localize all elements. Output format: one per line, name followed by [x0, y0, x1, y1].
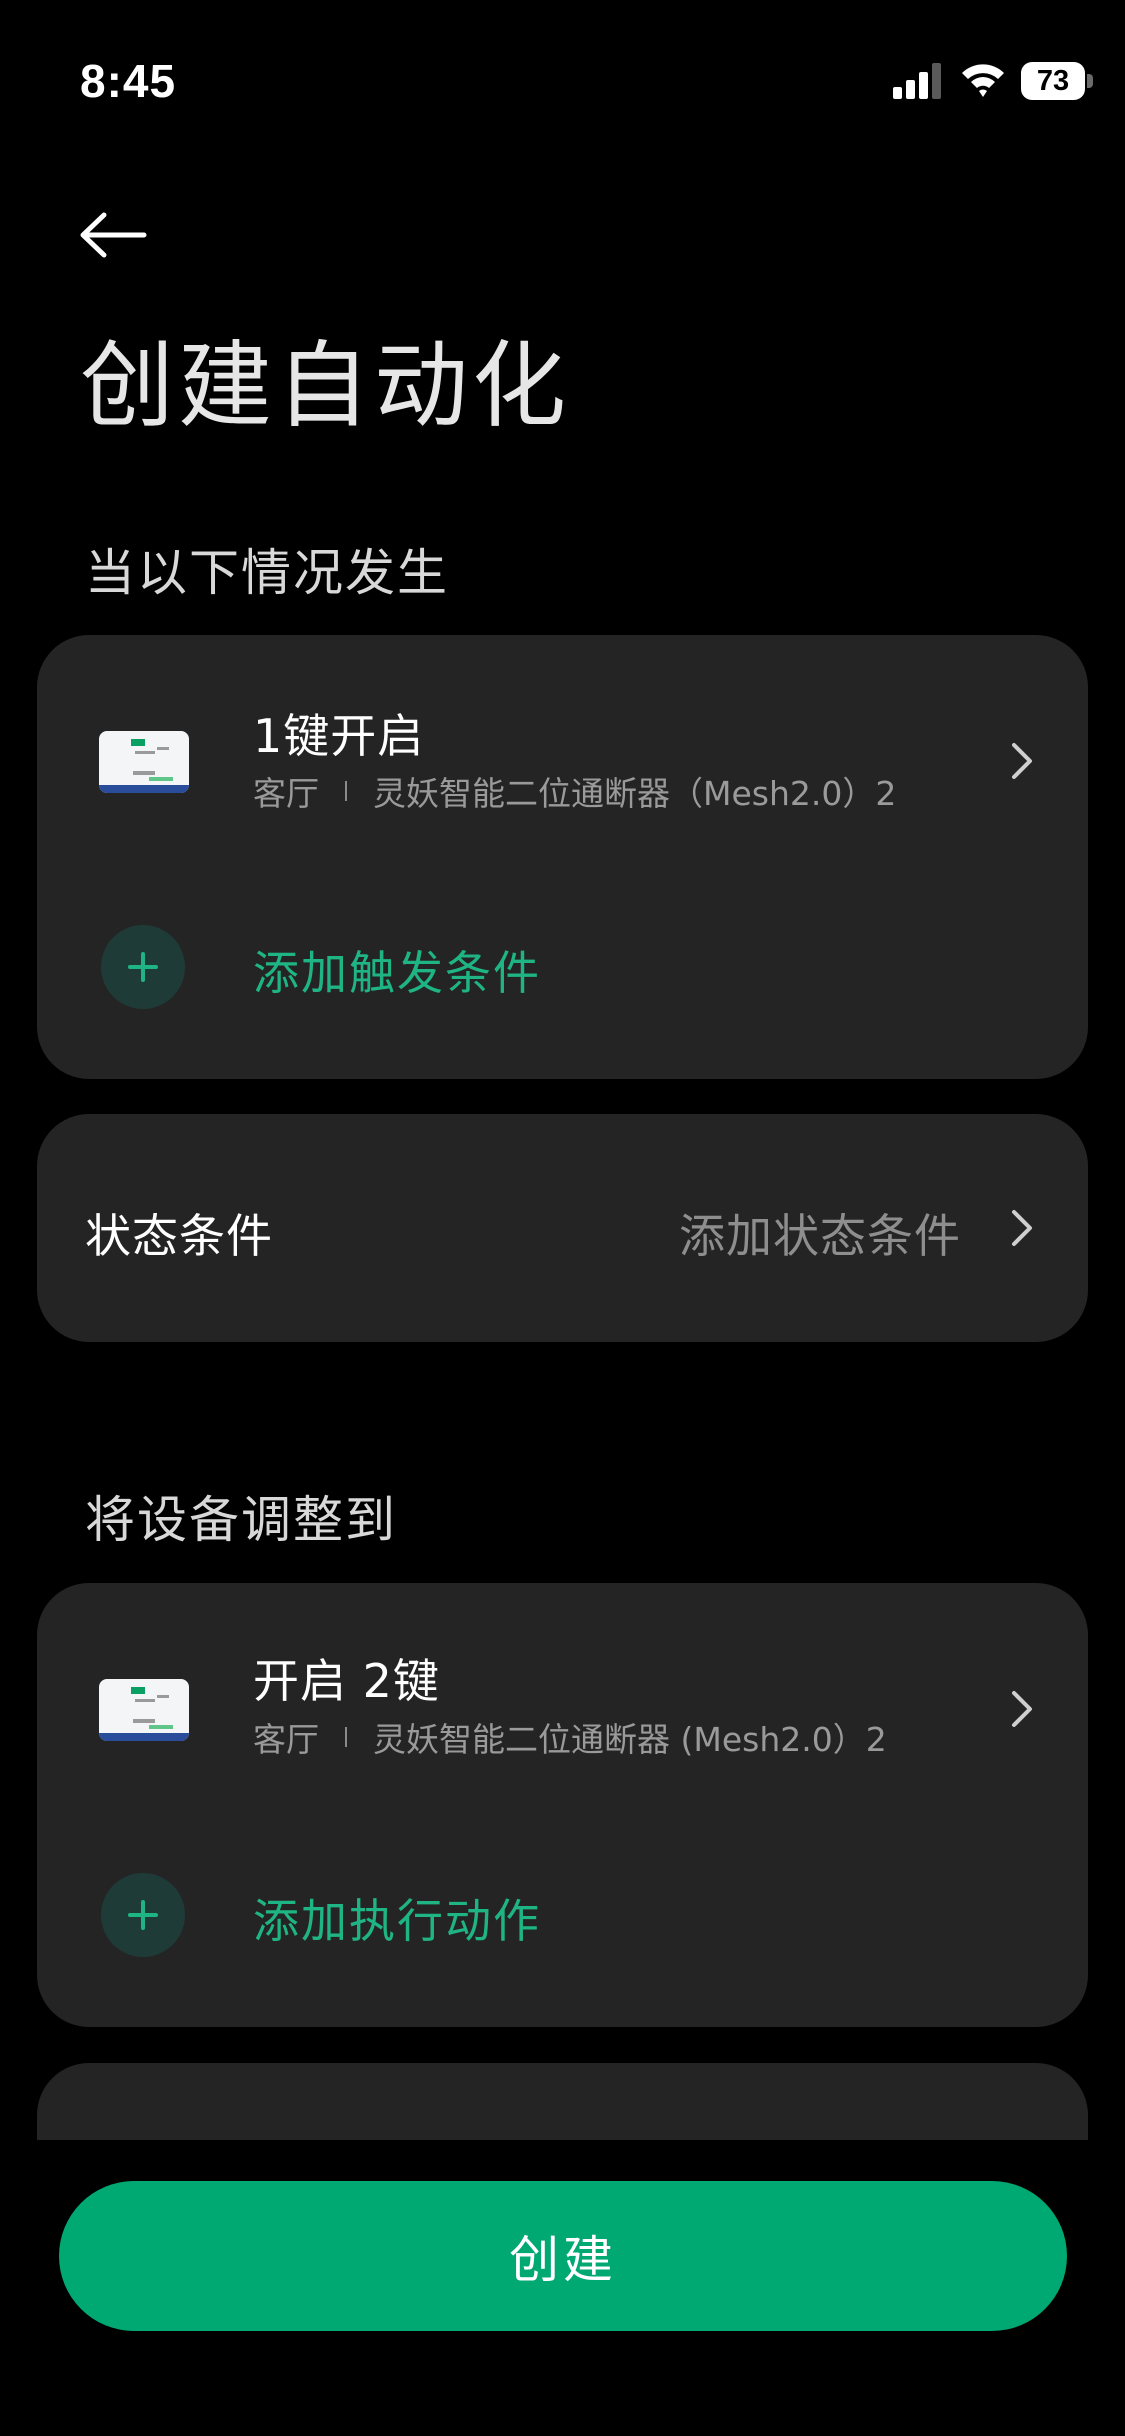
action-item-subtitle: 客厅 灵妖智能二位通断器 (Mesh2.0）2 [253, 1713, 887, 1761]
action-item-title: 开启 2键 [253, 1654, 440, 1708]
action-item-device: 灵妖智能二位通断器 (Mesh2.0）2 [373, 1720, 887, 1759]
trigger-item-device: 灵妖智能二位通断器（Mesh2.0）2 [373, 774, 897, 813]
action-card: 开启 2键 客厅 灵妖智能二位通断器 (Mesh2.0）2 添加执行动作 [37, 1583, 1088, 2027]
action-item-room: 客厅 [253, 1720, 319, 1759]
separator [345, 781, 347, 801]
state-condition-row[interactable]: 状态条件 添加状态条件 [37, 1114, 1088, 1342]
add-trigger-label: 添加触发条件 [253, 946, 541, 1000]
state-condition-label: 状态条件 [85, 1209, 273, 1263]
trigger-card: 1键开启 客厅 灵妖智能二位通断器（Mesh2.0）2 添加触发条件 [37, 635, 1088, 1079]
add-action-icon-wrap [101, 1873, 185, 1957]
add-trigger-button[interactable]: 添加触发条件 [37, 895, 1088, 1055]
add-state-condition-text: 添加状态条件 [679, 1209, 961, 1263]
battery-cap [1087, 74, 1093, 88]
chevron-right-icon [1012, 743, 1032, 779]
trigger-item-subtitle: 客厅 灵妖智能二位通断器（Mesh2.0）2 [253, 767, 896, 815]
action-section-label: 将设备调整到 [85, 1491, 397, 1549]
action-item[interactable]: 开启 2键 客厅 灵妖智能二位通断器 (Mesh2.0）2 [37, 1583, 1088, 1823]
trigger-item[interactable]: 1键开启 客厅 灵妖智能二位通断器（Mesh2.0）2 [37, 635, 1088, 875]
chevron-right-icon [1012, 1210, 1032, 1246]
device-thumbnail [99, 731, 189, 793]
status-bar: 8:45 73 [0, 0, 1125, 150]
add-trigger-icon-wrap [101, 925, 185, 1009]
plus-icon [128, 952, 158, 982]
cellular-signal-icon [893, 63, 941, 99]
back-button[interactable] [78, 200, 158, 270]
page-title: 创建自动化 [80, 332, 571, 441]
trigger-section-label: 当以下情况发生 [85, 544, 449, 602]
chevron-right-icon [1012, 1691, 1032, 1727]
trigger-item-title: 1键开启 [253, 709, 425, 763]
add-action-button[interactable]: 添加执行动作 [37, 1843, 1088, 2003]
trigger-item-room: 客厅 [253, 774, 319, 813]
plus-icon [128, 1900, 158, 1930]
create-button[interactable]: 创建 [59, 2181, 1067, 2331]
separator [345, 1727, 347, 1747]
battery-icon: 73 [1021, 62, 1093, 100]
add-action-label: 添加执行动作 [253, 1894, 541, 1948]
device-thumbnail [99, 1679, 189, 1741]
status-time: 8:45 [80, 55, 177, 107]
wifi-icon [962, 64, 1004, 97]
battery-level: 73 [1021, 62, 1085, 100]
arrow-left-icon [80, 212, 147, 258]
